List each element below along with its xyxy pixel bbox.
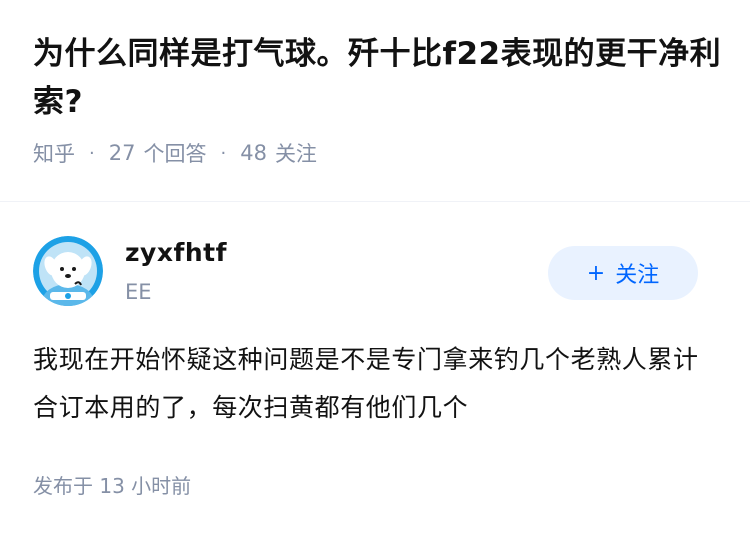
answer-content[interactable]: 我现在开始怀疑这种问题是不是专门拿来钓几个老熟人累计合订本用的了，每次扫黄都有他…	[33, 336, 713, 432]
source-label[interactable]: 知乎	[33, 138, 75, 168]
follow-label: 关注	[615, 263, 660, 288]
question-meta: 知乎 · 27 个回答 · 48 关注	[33, 138, 723, 168]
author-name[interactable]: zyxfhtf	[125, 238, 227, 267]
time-prefix: 发布于	[33, 474, 93, 498]
cartoon-dog-avatar-icon	[33, 236, 103, 306]
follow-button[interactable]: + 关注	[548, 246, 698, 300]
answers-count: 27	[108, 141, 136, 165]
meta-separator: ·	[89, 142, 95, 164]
author-bio: EE	[125, 280, 152, 304]
answers-label[interactable]: 个回答	[143, 138, 206, 168]
question-header: 为什么同样是打气球。歼十比f22表现的更干净利索? 知乎 · 27 个回答 · …	[33, 30, 723, 168]
meta-separator: ·	[220, 142, 227, 164]
avatar[interactable]	[33, 236, 103, 306]
followers-count: 48	[240, 141, 267, 165]
section-divider	[0, 201, 750, 202]
followers-label[interactable]: 关注	[275, 138, 317, 168]
author-card: zyxfhtf EE + 关注	[33, 236, 698, 306]
answer-timestamp: 发布于 13 小时前	[33, 470, 191, 499]
question-title[interactable]: 为什么同样是打气球。歼十比f22表现的更干净利索?	[33, 30, 723, 126]
time-value: 13 小时前	[99, 474, 192, 498]
plus-icon: +	[586, 260, 606, 286]
